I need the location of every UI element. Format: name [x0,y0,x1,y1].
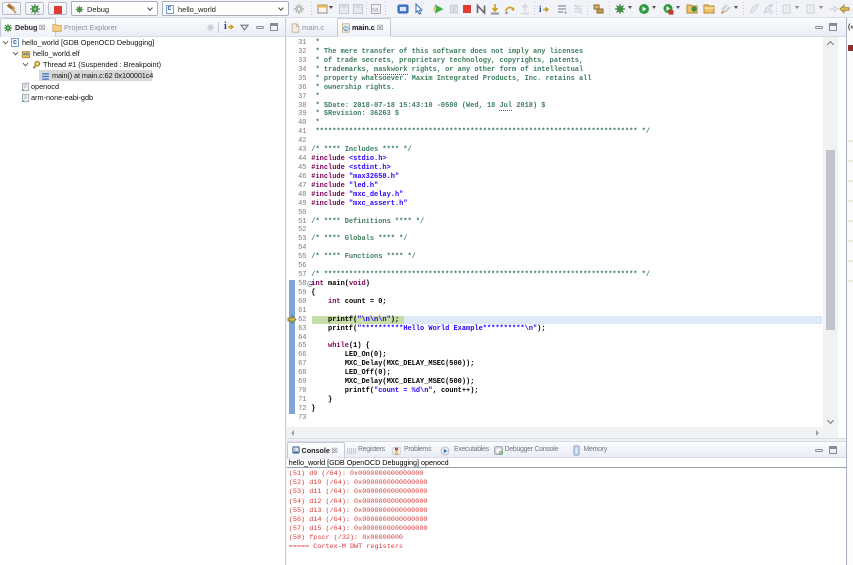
svg-text:sa: sa [372,8,379,14]
svg-text:c: c [345,26,348,32]
svg-text:i: i [539,4,542,14]
